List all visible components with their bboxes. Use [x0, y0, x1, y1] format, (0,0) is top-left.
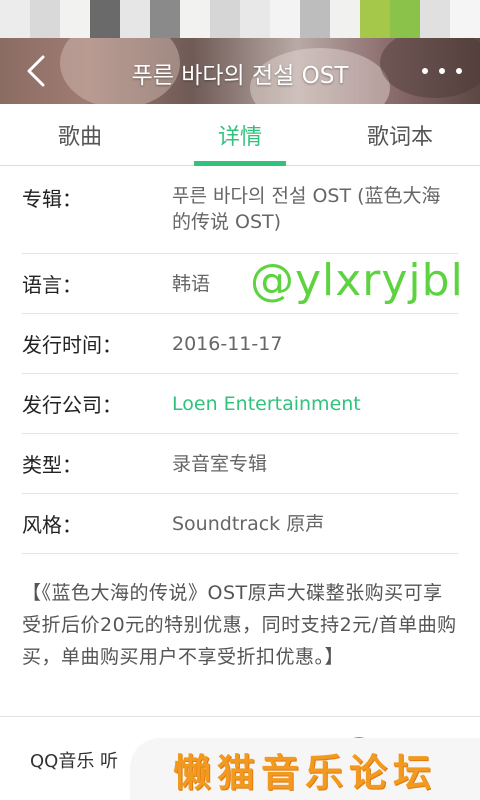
forum-watermark-text: 懒猫音乐论坛 [172, 749, 437, 795]
detail-value: 푸른 바다의 전설 OST (蓝色大海的传说 OST) [172, 185, 441, 233]
status-bar-pixel [120, 0, 150, 38]
tab-details[interactable]: 详情 [160, 104, 320, 166]
tab-label: 歌词本 [366, 124, 433, 150]
status-bar-pixel [360, 0, 390, 38]
detail-row-style: 风格： Soundtrack 原声 [22, 494, 458, 554]
tab-label: 歌曲 [57, 124, 102, 150]
detail-label: 类型： [22, 453, 82, 477]
detail-row-type: 类型： 录音室专辑 [22, 434, 458, 494]
detail-list: 专辑： 푸른 바다의 전설 OST (蓝色大海的传说 OST) 语言： 韩语 发… [22, 167, 458, 554]
tab-bar: 歌曲 详情 歌词本 [0, 104, 480, 166]
status-bar [0, 0, 480, 38]
status-bar-pixel [210, 0, 240, 38]
active-tab-indicator [194, 161, 286, 166]
tab-lyrics-book[interactable]: 歌词本 [320, 104, 480, 165]
tab-label: 详情 [217, 124, 262, 150]
page-title: 푸른 바다의 전설 OST [131, 63, 349, 89]
dot-icon [439, 68, 445, 74]
detail-label: 语言： [22, 273, 82, 297]
detail-value: Soundtrack 原声 [172, 512, 325, 535]
detail-label: 风格： [22, 513, 82, 537]
status-bar-pixel [240, 0, 270, 38]
album-description: 【《蓝色大海的传说》OST原声大碟整张购买可享受折后价20元的特别优惠，同时支持… [22, 582, 457, 668]
status-bar-pixel [270, 0, 300, 38]
forum-watermark-banner: 懒猫音乐论坛 [130, 738, 480, 800]
status-bar-pixel [0, 0, 30, 38]
status-bar-pixel [30, 0, 60, 38]
detail-label: 发行时间： [22, 333, 122, 357]
dot-icon [422, 68, 428, 74]
status-bar-pixel [180, 0, 210, 38]
album-header: 푸른 바다의 전설 OST [0, 38, 480, 104]
status-bar-pixel [60, 0, 90, 38]
status-bar-pixel [330, 0, 360, 38]
detail-row-publisher: 发行公司： Loen Entertainment [22, 374, 458, 434]
detail-row-release-date: 发行时间： 2016-11-17 [22, 314, 458, 374]
status-bar-pixel [390, 0, 420, 38]
status-bar-pixel [90, 0, 120, 38]
more-menu-button[interactable] [422, 60, 462, 82]
dot-icon [456, 68, 462, 74]
detail-value: 2016-11-17 [172, 332, 283, 355]
status-bar-pixel [450, 0, 480, 38]
watermark-text: @ylxryjbl [250, 255, 464, 306]
detail-label: 专辑： [22, 187, 82, 211]
detail-value: 录音室专辑 [172, 452, 268, 475]
status-bar-pixel [420, 0, 450, 38]
status-bar-pixel [150, 0, 180, 38]
tab-songs[interactable]: 歌曲 [0, 104, 160, 165]
detail-row-album: 专辑： 푸른 바다의 전설 OST (蓝色大海的传说 OST) [22, 167, 458, 254]
status-bar-pixel [300, 0, 330, 38]
detail-label: 发行公司： [22, 393, 122, 417]
bottom-bar-text: QQ音乐 听 [30, 751, 119, 772]
publisher-link[interactable]: Loen Entertainment [172, 391, 458, 417]
